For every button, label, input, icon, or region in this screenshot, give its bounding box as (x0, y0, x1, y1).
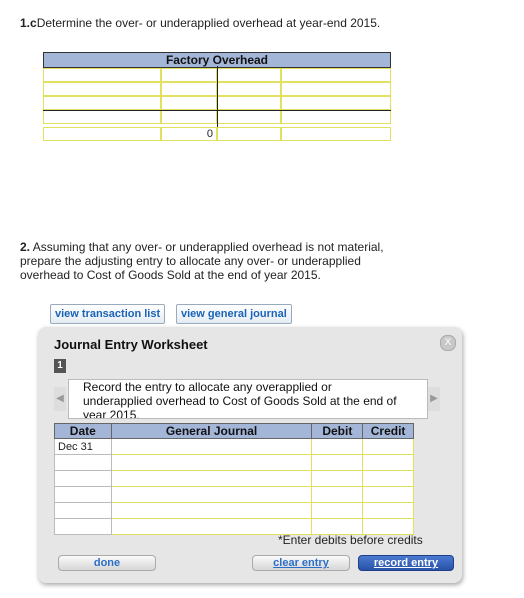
record-entry-button[interactable]: record entry (358, 555, 454, 571)
credit-amount-input[interactable] (217, 110, 281, 124)
debit-input[interactable] (311, 502, 364, 519)
question-1c: 1.cDetermine the over- or underapplied o… (20, 16, 380, 30)
journal-entry-worksheet: Journal Entry Worksheet X 1 ◀ Record the… (38, 327, 462, 583)
debit-input[interactable] (311, 486, 364, 503)
entry-prompt-box: Record the entry to allocate any overapp… (68, 379, 428, 419)
date-cell (54, 486, 112, 503)
credit-column-header: Credit (362, 423, 414, 439)
debit-label-input[interactable] (43, 96, 161, 110)
debit-input[interactable] (311, 454, 364, 471)
credit-amount-input[interactable] (217, 96, 281, 110)
table-row (54, 486, 414, 503)
table-row (54, 454, 414, 471)
worksheet-title: Journal Entry Worksheet (54, 337, 208, 352)
credit-amount-input[interactable] (217, 82, 281, 96)
previous-arrow-icon[interactable]: ◀ (54, 387, 66, 411)
close-icon[interactable]: X (440, 335, 456, 351)
question-2-number: 2. (20, 240, 31, 254)
date-column-header: Date (54, 423, 112, 439)
date-cell (54, 470, 112, 487)
account-input[interactable] (110, 486, 313, 503)
date-cell (54, 502, 112, 519)
question-2-text: Assuming that any over- or underapplied … (20, 240, 384, 282)
date-cell (54, 454, 112, 471)
debit-amount-input[interactable] (161, 82, 217, 96)
total-label-input[interactable] (43, 127, 161, 141)
general-journal-column-header: General Journal (110, 423, 313, 439)
credit-input[interactable] (362, 470, 414, 487)
step-number-badge[interactable]: 1 (54, 359, 66, 373)
credit-amount-input[interactable] (217, 68, 281, 82)
t-account-center-line (217, 66, 218, 127)
credit-input[interactable] (362, 486, 414, 503)
debit-label-input[interactable] (43, 68, 161, 82)
question-1c-text: Determine the over- or underapplied over… (36, 16, 381, 30)
table-row (54, 470, 414, 487)
debit-amount-input[interactable] (161, 68, 217, 82)
view-general-journal-button[interactable]: view general journal (176, 304, 292, 324)
journal-table: Date General Journal Debit Credit Dec 31 (54, 423, 414, 535)
credit-label-input[interactable] (281, 110, 391, 124)
debit-label-input[interactable] (43, 110, 161, 124)
factory-overhead-t-account: Factory Overhead 0 (43, 52, 391, 141)
done-button[interactable]: done (58, 555, 156, 571)
account-input[interactable] (110, 502, 313, 519)
credit-input[interactable] (362, 438, 414, 455)
credit-label-input[interactable] (281, 68, 391, 82)
credit-label-input[interactable] (281, 96, 391, 110)
debit-input[interactable] (311, 438, 364, 455)
date-cell (54, 518, 112, 535)
debit-amount-input[interactable] (161, 96, 217, 110)
credit-label-input[interactable] (281, 82, 391, 96)
account-input[interactable] (110, 454, 313, 471)
debit-column-header: Debit (311, 423, 364, 439)
credit-input[interactable] (362, 454, 414, 471)
table-row (54, 502, 414, 519)
table-row: Dec 31 (54, 438, 414, 455)
credit-input[interactable] (362, 502, 414, 519)
date-cell: Dec 31 (54, 438, 112, 455)
clear-entry-button[interactable]: clear entry (252, 555, 350, 571)
account-input[interactable] (110, 438, 313, 455)
total-credit-input[interactable] (217, 127, 281, 141)
question-1c-number: 1.c (20, 16, 37, 30)
debits-before-credits-note: *Enter debits before credits (278, 533, 423, 547)
next-arrow-icon[interactable]: ▶ (428, 387, 440, 411)
t-account-total-line (43, 110, 391, 111)
total-credit-label-input[interactable] (281, 127, 391, 141)
debit-amount-input[interactable] (161, 110, 217, 124)
debit-input[interactable] (311, 470, 364, 487)
question-2: 2. Assuming that any over- or underappli… (20, 240, 400, 282)
total-value[interactable]: 0 (161, 127, 217, 141)
entry-prompt-text: Record the entry to allocate any overapp… (83, 380, 397, 419)
t-account-total-row: 0 (43, 127, 391, 141)
debit-label-input[interactable] (43, 82, 161, 96)
account-input[interactable] (110, 470, 313, 487)
view-transaction-list-button[interactable]: view transaction list (50, 304, 166, 324)
